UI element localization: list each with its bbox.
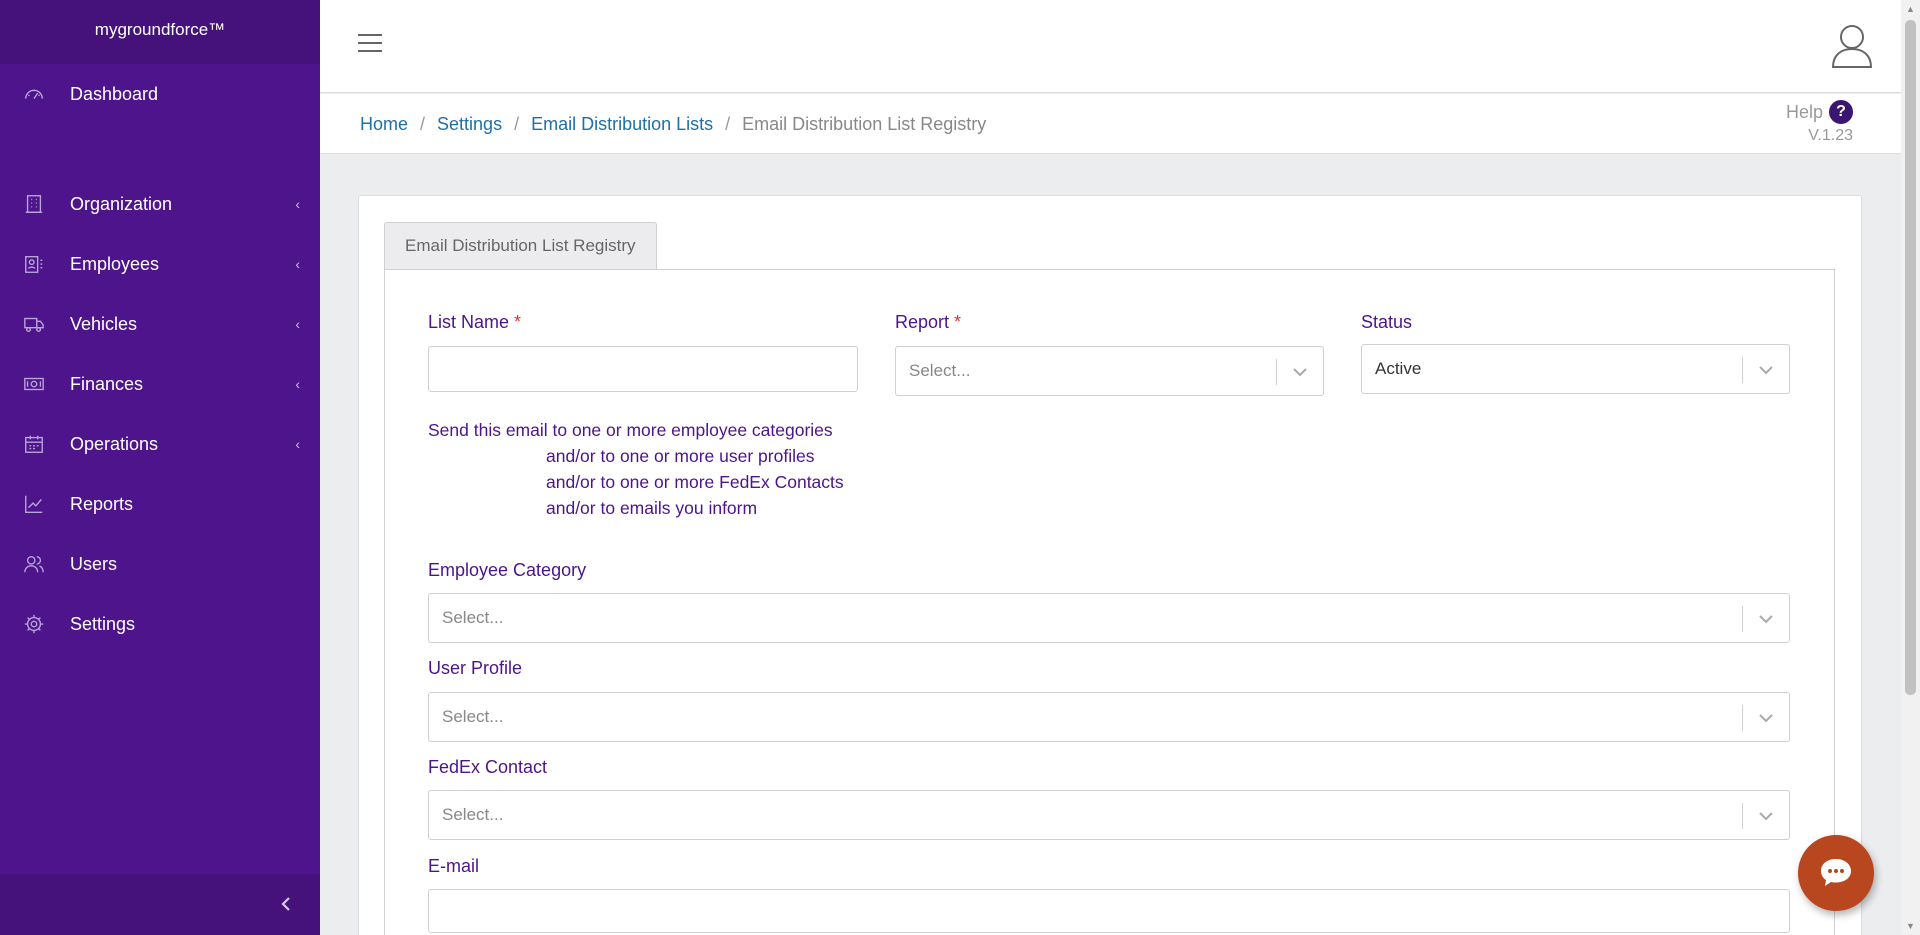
breadcrumb-current: Email Distribution List Registry: [742, 114, 987, 134]
user-profile-label: User Profile: [428, 658, 523, 678]
employee-category-placeholder: Select...: [442, 608, 504, 627]
breadcrumb-settings[interactable]: Settings: [437, 114, 502, 135]
sidebar-item-dashboard[interactable]: Dashboard: [0, 74, 320, 114]
chevron-down-icon: [1759, 714, 1773, 723]
breadcrumb: Home / Settings / Email Distribution Lis…: [360, 114, 986, 135]
scrollbar-thumb[interactable]: [1905, 20, 1916, 695]
chevron-down-icon: [1759, 366, 1773, 375]
brand-logo[interactable]: mygroundforce™: [0, 0, 320, 64]
chevron-left-icon: ‹: [295, 256, 300, 272]
chevron-left-icon: [281, 897, 290, 911]
chevron-left-icon: ‹: [295, 196, 300, 212]
list-name-input[interactable]: [428, 346, 858, 392]
version-label: V.1.23: [1808, 127, 1853, 144]
chevron-down-icon: [1759, 615, 1773, 624]
breadcrumb-separator: /: [420, 114, 426, 134]
sidebar-item-organization[interactable]: Organization ‹: [0, 184, 320, 224]
sidebar-item-reports[interactable]: Reports: [0, 484, 320, 524]
user-profile-select[interactable]: Select...: [428, 692, 1790, 742]
scroll-up-icon[interactable]: ▲: [1906, 4, 1915, 14]
truck-icon: [22, 312, 46, 336]
list-name-label: List Name *: [428, 312, 522, 332]
users-icon: [22, 552, 46, 576]
chevron-left-icon: ‹: [295, 316, 300, 332]
collapse-sidebar-button[interactable]: [274, 892, 298, 916]
help-link[interactable]: Help ?: [1786, 100, 1853, 124]
status-label: Status: [1361, 312, 1413, 332]
employee-badge-icon: [22, 252, 46, 276]
recipients-info-text: Send this email to one or more employee …: [428, 420, 844, 518]
sidebar-item-settings[interactable]: Settings: [0, 604, 320, 644]
tab-email-distribution-list-registry[interactable]: Email Distribution List Registry: [384, 222, 657, 269]
sidebar: mygroundforce™ Dashboard Organization ‹ …: [0, 0, 320, 935]
status-select[interactable]: Active: [1361, 344, 1790, 394]
dashboard-icon: [22, 82, 46, 106]
breadcrumb-separator: /: [514, 114, 520, 134]
sidebar-item-finances[interactable]: Finances ‹: [0, 364, 320, 404]
page-scrollbar[interactable]: ▲ ▼: [1901, 0, 1920, 935]
menu-toggle-icon[interactable]: [358, 34, 382, 54]
sidebar-footer: [0, 874, 320, 935]
email-label: E-mail: [428, 856, 480, 876]
fedex-contact-select[interactable]: Select...: [428, 790, 1790, 840]
status-select-value: Active: [1375, 359, 1422, 378]
employee-category-select[interactable]: Select...: [428, 593, 1790, 643]
chart-line-icon: [22, 492, 46, 516]
sidebar-item-vehicles[interactable]: Vehicles ‹: [0, 304, 320, 344]
building-icon: [22, 192, 46, 216]
gear-icon: [22, 612, 46, 636]
calendar-icon: [22, 432, 46, 456]
report-select[interactable]: Select...: [895, 346, 1324, 396]
user-profile-placeholder: Select...: [442, 707, 504, 726]
report-select-placeholder: Select...: [909, 361, 971, 380]
question-icon: ?: [1829, 100, 1853, 124]
sidebar-item-operations[interactable]: Operations ‹: [0, 424, 320, 464]
chat-button[interactable]: [1798, 835, 1874, 911]
user-avatar-icon[interactable]: [1831, 22, 1873, 68]
scroll-down-icon[interactable]: ▼: [1906, 921, 1915, 931]
money-icon: [22, 372, 46, 396]
required-marker: *: [514, 312, 522, 332]
top-bar: [320, 0, 1901, 93]
breadcrumb-home[interactable]: Home: [360, 114, 408, 135]
chevron-left-icon: ‹: [295, 436, 300, 452]
fedex-contact-label: FedEx Contact: [428, 757, 548, 777]
employee-category-label: Employee Category: [428, 560, 587, 580]
chevron-down-icon: [1293, 368, 1307, 377]
report-label: Report *: [895, 312, 962, 332]
email-input[interactable]: [428, 889, 1790, 933]
breadcrumb-email-distribution-lists[interactable]: Email Distribution Lists: [531, 114, 713, 135]
sidebar-item-employees[interactable]: Employees ‹: [0, 244, 320, 284]
chevron-left-icon: ‹: [295, 376, 300, 392]
required-marker: *: [954, 312, 962, 332]
breadcrumb-bar: Home / Settings / Email Distribution Lis…: [320, 94, 1901, 154]
breadcrumb-separator: /: [725, 114, 731, 134]
chevron-down-icon: [1759, 812, 1773, 821]
fedex-contact-placeholder: Select...: [442, 805, 504, 824]
sidebar-item-users[interactable]: Users: [0, 544, 320, 584]
chat-bubble-icon: [1821, 859, 1851, 886]
help-label: Help: [1785, 101, 1823, 122]
